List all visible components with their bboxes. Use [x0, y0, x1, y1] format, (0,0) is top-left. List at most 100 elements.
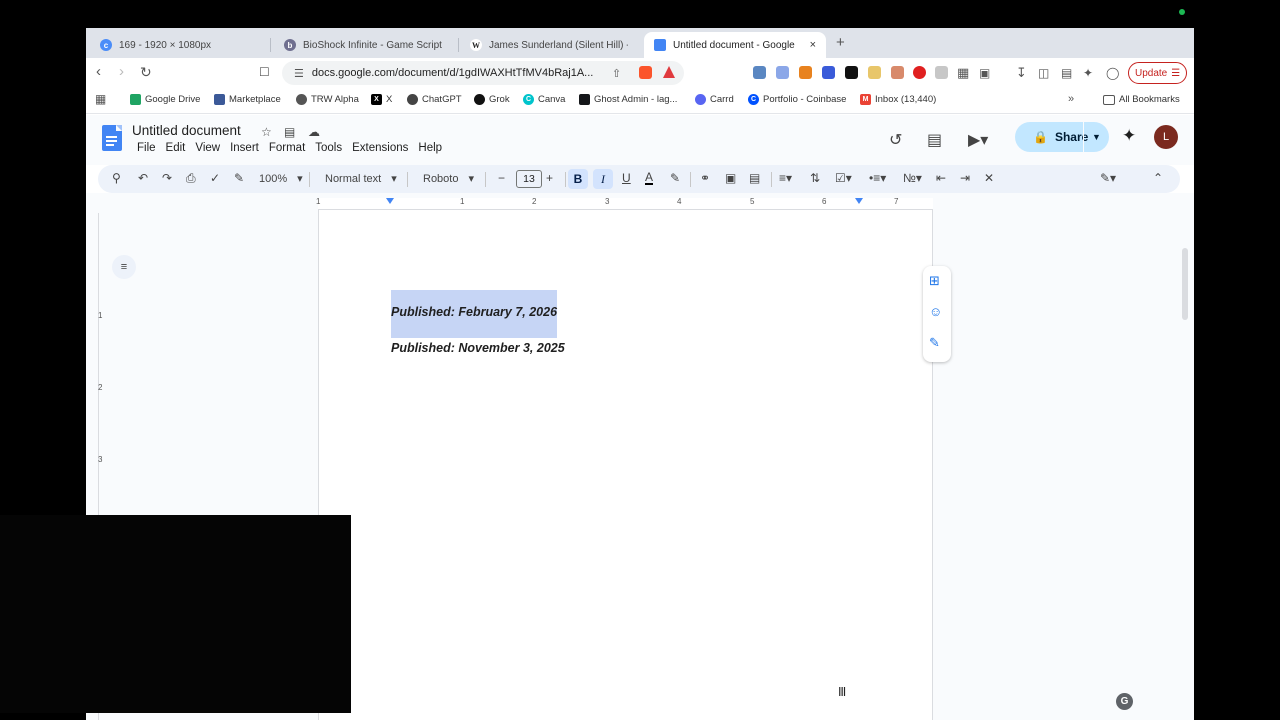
spellcheck-icon[interactable]: ✓ [210, 171, 220, 185]
reload-icon[interactable]: ↻ [140, 64, 152, 81]
menu-format[interactable]: Format [264, 142, 310, 154]
paint-format-icon[interactable]: ✎ [234, 171, 244, 185]
add-emoji-reaction-icon[interactable]: ☺ [929, 304, 942, 319]
meet-video-icon[interactable]: ▶▾ [968, 130, 988, 150]
share-options-chevron-icon[interactable]: ▼ [1083, 122, 1109, 152]
extension-9-icon[interactable] [935, 66, 948, 79]
tab-1[interactable]: c 169 - 1920 × 1080px [90, 32, 268, 58]
opera-icon[interactable] [913, 66, 926, 79]
star-icon[interactable]: ☆ [261, 125, 272, 139]
menu-edit[interactable]: Edit [161, 142, 191, 154]
wallet-icon[interactable]: ▤ [1061, 66, 1072, 80]
docs-logo-icon[interactable] [102, 125, 122, 151]
zoom-dropdown[interactable]: 100% ▾ [259, 172, 303, 186]
leo-ai-icon[interactable]: ✦ [1083, 66, 1093, 80]
document-title[interactable]: Untitled document [132, 123, 241, 138]
font-dropdown[interactable]: Roboto ▾ [423, 172, 474, 186]
extension-5-icon[interactable] [845, 66, 858, 79]
checklist-icon[interactable]: ☑▾ [835, 171, 852, 185]
menu-tools[interactable]: Tools [310, 142, 347, 154]
increase-indent-icon[interactable]: ⇥ [960, 171, 970, 185]
redo-icon[interactable]: ↷ [162, 171, 172, 185]
avatar[interactable]: L [1154, 125, 1178, 149]
more-bookmarks-icon[interactable]: » [1068, 93, 1074, 105]
bookmark-canva[interactable]: C Canva [523, 94, 565, 105]
bookmark-marketplace[interactable]: Marketplace [214, 94, 281, 105]
document-line-2[interactable]: Published: November 3, 2025 [391, 341, 565, 355]
add-comment-icon[interactable]: ⊞ [929, 273, 940, 289]
sidebar-icon[interactable]: ◫ [1038, 66, 1049, 80]
close-tab-icon[interactable]: × [810, 39, 816, 51]
menu-extensions[interactable]: Extensions [347, 142, 413, 154]
move-folder-icon[interactable]: ▤ [284, 125, 295, 139]
insert-image-icon[interactable]: ▤ [749, 171, 760, 185]
back-arrow-icon[interactable]: ‹ [96, 63, 101, 80]
vpn-icon[interactable]: ◯ [1106, 66, 1119, 80]
decrease-indent-icon[interactable]: ⇤ [936, 171, 946, 185]
extension-2-icon[interactable] [776, 66, 789, 79]
bookmark-inbox[interactable]: M Inbox (13,440) [860, 94, 936, 105]
bookmark-trw-alpha[interactable]: TRW Alpha [296, 94, 359, 105]
download-icon[interactable]: ↧ [1016, 65, 1027, 81]
align-icon[interactable]: ≡▾ [779, 171, 792, 185]
document-page[interactable]: Published: February 7, 2026 Published: N… [318, 210, 933, 720]
forward-arrow-icon[interactable]: › [119, 63, 124, 80]
extension-4-icon[interactable] [822, 66, 835, 79]
gemini-icon[interactable]: ✦ [1122, 126, 1136, 146]
document-line-1[interactable]: Published: February 7, 2026 [391, 305, 557, 319]
brave-shields-icon[interactable] [639, 66, 652, 79]
increase-font-size-icon[interactable]: + [546, 171, 553, 185]
brave-rewards-icon[interactable] [663, 66, 675, 78]
underline-button[interactable]: U [622, 171, 631, 185]
site-settings-icon[interactable]: ☰ [294, 67, 304, 80]
paragraph-style-dropdown[interactable]: Normal text ▾ [325, 172, 397, 186]
grammarly-icon[interactable]: G [1116, 693, 1133, 710]
suggest-edits-icon[interactable]: ✎ [929, 335, 940, 351]
menu-help[interactable]: Help [413, 142, 447, 154]
bookmark-carrd[interactable]: Carrd [695, 94, 734, 105]
horizontal-ruler[interactable]: 1 1 2 3 4 5 6 7 [316, 197, 933, 210]
bookmark-chatgpt[interactable]: ChatGPT [407, 94, 462, 105]
extension-7-icon[interactable] [891, 66, 904, 79]
italic-button[interactable]: I [593, 169, 613, 189]
right-indent-marker-icon[interactable] [855, 198, 863, 204]
menu-view[interactable]: View [190, 142, 225, 154]
update-button[interactable]: Update ☰ [1128, 62, 1188, 84]
share-page-icon[interactable]: ⇧ [612, 67, 621, 80]
menu-insert[interactable]: Insert [225, 142, 264, 154]
document-outline-icon[interactable]: ≡ [112, 255, 136, 279]
extension-1-icon[interactable] [753, 66, 766, 79]
highlight-color-icon[interactable]: ✎ [670, 171, 680, 185]
extension-6-icon[interactable] [868, 66, 881, 79]
numbered-list-icon[interactable]: №▾ [903, 171, 922, 185]
bookmark-google-drive[interactable]: Google Drive [130, 94, 200, 105]
clear-formatting-icon[interactable]: ✕ [984, 171, 994, 185]
new-tab-button[interactable]: + [836, 34, 845, 51]
media-icon[interactable]: ▣ [979, 66, 990, 80]
tab-2[interactable]: b BioShock Infinite - Game Script - F [274, 32, 452, 58]
metamask-icon[interactable] [799, 66, 812, 79]
text-color-button[interactable]: A [645, 171, 654, 185]
editing-mode-icon[interactable]: ✎▾ [1100, 171, 1116, 185]
comments-icon[interactable]: ▤ [927, 130, 942, 150]
vertical-scrollbar[interactable] [1182, 248, 1188, 320]
version-history-icon[interactable]: ↺ [889, 130, 902, 150]
tab-active[interactable]: Untitled document - Google D × [644, 32, 826, 58]
menu-file[interactable]: File [132, 142, 161, 154]
font-size-input[interactable]: 13 [516, 170, 542, 188]
search-menus-icon[interactable]: ⚲ [112, 171, 121, 185]
bulleted-list-icon[interactable]: •≡▾ [869, 171, 886, 185]
all-bookmarks-button[interactable]: All Bookmarks [1103, 94, 1180, 105]
undo-icon[interactable]: ↶ [138, 171, 148, 185]
bookmark-grok[interactable]: Grok [474, 94, 510, 105]
bookmark-ghost-admin[interactable]: Ghost Admin - lag... [579, 94, 677, 105]
bookmark-page-icon[interactable]: ☐ [259, 65, 270, 79]
extensions-puzzle-icon[interactable]: ▦ [957, 65, 969, 81]
apps-grid-icon[interactable]: ▦ [95, 92, 106, 106]
address-bar[interactable]: ☰ docs.google.com/document/d/1gdIWAXHtTf… [282, 61, 684, 85]
left-indent-marker-icon[interactable] [386, 198, 394, 204]
tab-3[interactable]: W James Sunderland (Silent Hill) - W [460, 32, 638, 58]
print-icon[interactable]: ⎙ [186, 171, 196, 186]
bold-button[interactable]: B [568, 169, 588, 189]
line-spacing-icon[interactable]: ⇅ [810, 171, 820, 185]
